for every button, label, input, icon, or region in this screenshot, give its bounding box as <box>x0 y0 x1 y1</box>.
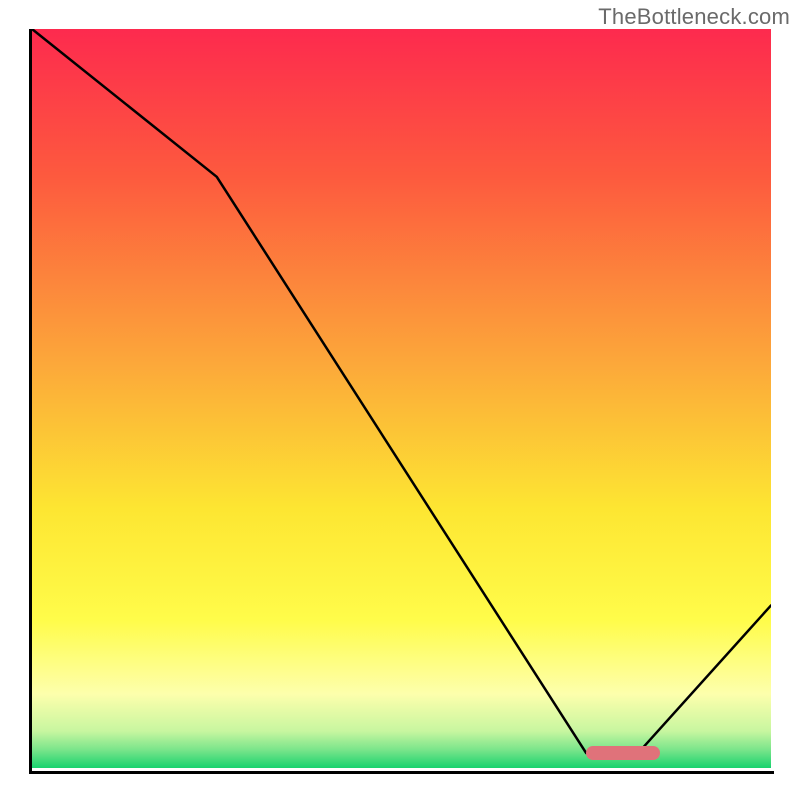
watermark-text: TheBottleneck.com <box>598 4 790 30</box>
optimal-range-marker <box>586 746 660 760</box>
plot-area <box>32 29 771 768</box>
gradient-background <box>32 29 771 768</box>
chart-svg <box>32 29 771 768</box>
